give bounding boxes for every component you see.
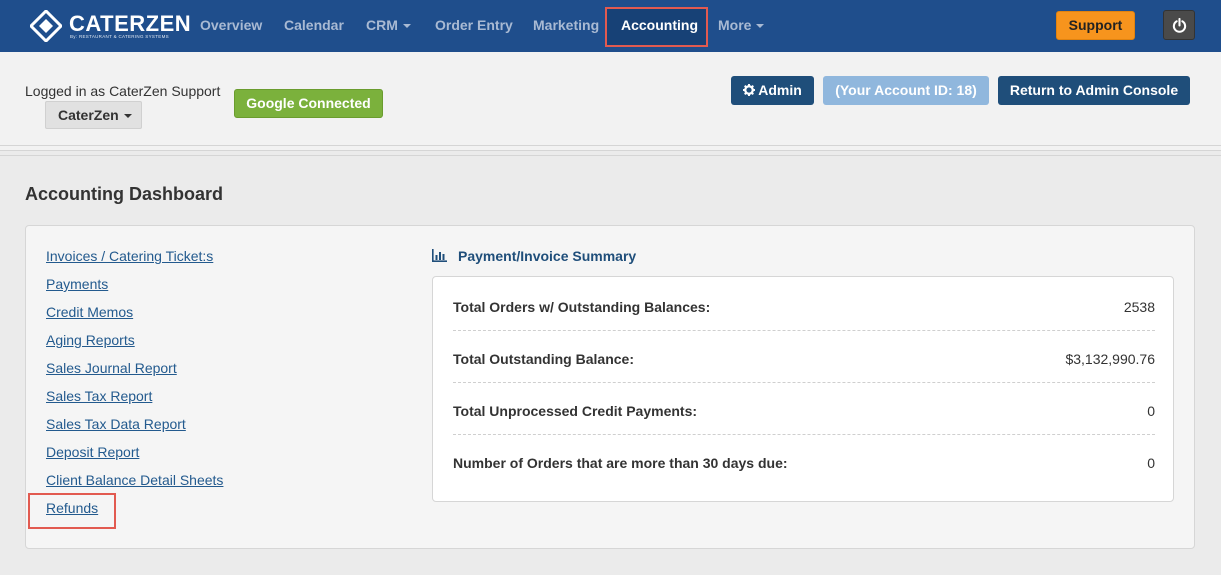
link-credit-memos[interactable]: Credit Memos	[46, 304, 133, 320]
summary-row: Total Unprocessed Credit Payments: 0	[453, 383, 1155, 435]
caterzen-logo[interactable]: CATERZEN By: RESTAURANT & CATERING SYSTE…	[30, 10, 191, 42]
summary-label: Total Orders w/ Outstanding Balances:	[453, 299, 711, 315]
nav-marketing[interactable]: Marketing	[533, 17, 599, 33]
account-id-button: (Your Account ID: 18)	[823, 76, 989, 105]
logout-button[interactable]	[1163, 10, 1195, 40]
divider	[0, 145, 1221, 146]
nav-more-label: More	[718, 17, 752, 33]
summary-row: Number of Orders that are more than 30 d…	[453, 435, 1155, 487]
caterzen-logo-mark-icon	[30, 10, 62, 42]
nav-accounting[interactable]: Accounting	[621, 17, 698, 33]
return-to-admin-console-button[interactable]: Return to Admin Console	[998, 76, 1190, 105]
summary-label: Total Unprocessed Credit Payments:	[453, 403, 698, 419]
link-sales-tax-data-report[interactable]: Sales Tax Data Report	[46, 416, 186, 432]
link-payments[interactable]: Payments	[46, 276, 108, 292]
gear-icon	[743, 84, 756, 96]
logged-in-text: Logged in as CaterZen Support	[25, 83, 221, 99]
top-navbar: CATERZEN By: RESTAURANT & CATERING SYSTE…	[0, 0, 1221, 52]
summary-value: 0	[1147, 403, 1155, 419]
account-dropdown[interactable]: CaterZen	[45, 101, 142, 129]
link-deposit-report[interactable]: Deposit Report	[46, 444, 139, 460]
divider	[0, 155, 1221, 156]
chevron-down-icon	[402, 24, 411, 29]
summary-row: Total Orders w/ Outstanding Balances: 25…	[453, 279, 1155, 331]
power-icon	[1172, 18, 1187, 33]
logo-tagline: By: RESTAURANT & CATERING SYSTEMS	[70, 34, 169, 39]
page-title: Accounting Dashboard	[25, 184, 224, 204]
chevron-down-icon	[756, 24, 765, 29]
link-sales-tax-report[interactable]: Sales Tax Report	[46, 388, 152, 404]
summary-label: Total Outstanding Balance:	[453, 351, 634, 367]
google-connected-badge[interactable]: Google Connected	[234, 89, 383, 118]
summary-value: $3,132,990.76	[1065, 351, 1155, 367]
summary-value: 0	[1147, 455, 1155, 471]
payment-invoice-summary-card: Total Orders w/ Outstanding Balances: 25…	[432, 276, 1174, 502]
nav-order-entry[interactable]: Order Entry	[435, 17, 513, 33]
support-button[interactable]: Support	[1056, 11, 1135, 40]
link-sales-journal-report[interactable]: Sales Journal Report	[46, 360, 177, 376]
link-invoices[interactable]: Invoices / Catering Ticket:s	[46, 248, 213, 264]
divider	[0, 150, 1221, 151]
account-dropdown-label: CaterZen	[58, 107, 119, 123]
nav-calendar[interactable]: Calendar	[284, 17, 344, 33]
link-client-balance-detail-sheets[interactable]: Client Balance Detail Sheets	[46, 472, 223, 488]
bar-chart-icon	[432, 249, 447, 262]
nav-crm-label: CRM	[366, 17, 398, 33]
summary-row: Total Outstanding Balance: $3,132,990.76	[453, 331, 1155, 383]
link-refunds[interactable]: Refunds	[46, 500, 98, 516]
summary-label: Number of Orders that are more than 30 d…	[453, 455, 788, 471]
chevron-down-icon	[123, 114, 132, 119]
nav-more[interactable]: More	[718, 17, 765, 33]
nav-overview[interactable]: Overview	[200, 17, 262, 33]
link-aging-reports[interactable]: Aging Reports	[46, 332, 135, 348]
summary-value: 2538	[1123, 299, 1155, 315]
admin-button[interactable]: Admin	[731, 76, 814, 105]
summary-title: Payment/Invoice Summary	[458, 248, 637, 264]
admin-button-label: Admin	[758, 82, 802, 98]
nav-crm[interactable]: CRM	[366, 17, 411, 33]
